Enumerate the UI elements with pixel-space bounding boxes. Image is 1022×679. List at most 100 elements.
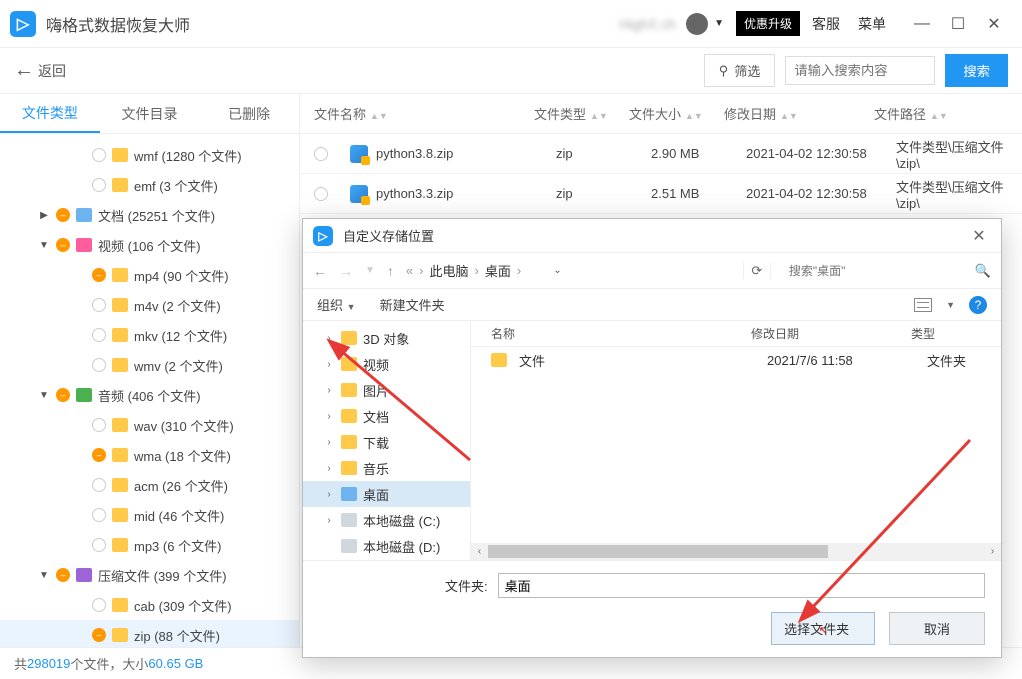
scroll-left-icon[interactable]: ‹ xyxy=(471,546,488,557)
help-icon[interactable]: ? xyxy=(969,296,987,314)
sidebar-tabs: 文件类型 文件目录 已删除 xyxy=(0,94,299,134)
crumb-pc[interactable]: 此电脑 xyxy=(429,261,468,280)
tree-item-docs[interactable]: ›文档 xyxy=(303,403,470,429)
tree-node-audio[interactable]: ▼–音频 (406 个文件) xyxy=(0,380,299,410)
tree-item-video[interactable]: ›视频 xyxy=(303,351,470,377)
horizontal-scrollbar[interactable]: ‹ › xyxy=(471,543,1001,560)
tree-node-mid[interactable]: mid (46 个文件) xyxy=(0,500,299,530)
tree-item-drive-c[interactable]: ›本地磁盘 (C:) xyxy=(303,507,470,533)
cancel-button[interactable]: 取消 xyxy=(889,612,985,645)
item-name: 文件 xyxy=(513,351,767,370)
dcol-type[interactable]: 类型 xyxy=(911,325,1001,342)
col-size-header[interactable]: 文件大小 xyxy=(629,107,681,122)
table-row[interactable]: python3.3.zip zip 2.51 MB 2021-04-02 12:… xyxy=(300,174,1022,214)
sort-icon[interactable]: ▲▼ xyxy=(685,111,703,121)
nav-forward-button[interactable]: → xyxy=(339,263,353,279)
upgrade-button[interactable]: 优惠升级 xyxy=(736,11,800,36)
dcol-date[interactable]: 修改日期 xyxy=(751,325,911,342)
tree-node-wmf[interactable]: wmf (1280 个文件) xyxy=(0,140,299,170)
nav-back-button[interactable]: ← xyxy=(313,263,327,279)
col-name-header[interactable]: 文件名称 xyxy=(314,107,366,122)
view-mode-drop-icon[interactable]: ▼ xyxy=(946,300,955,310)
collapse-icon[interactable]: ▼ xyxy=(38,570,50,581)
maximize-button[interactable]: ☐ xyxy=(940,14,976,34)
sort-icon[interactable]: ▲▼ xyxy=(930,111,948,121)
tree-item-downloads[interactable]: ›下载 xyxy=(303,429,470,455)
tree-item-desktop[interactable]: ›桌面 xyxy=(303,481,470,507)
status-count: 298019 xyxy=(27,656,70,671)
table-header: 文件名称 ▲▼ 文件类型 ▲▼ 文件大小 ▲▼ 修改日期 ▲▼ 文件路径 ▲▼ xyxy=(300,94,1022,134)
organize-button[interactable]: 组织 ▼ xyxy=(317,295,356,314)
account-dropdown-icon[interactable]: ▼ xyxy=(714,18,724,29)
tree-node-video[interactable]: ▼–视频 (106 个文件) xyxy=(0,230,299,260)
tree-node-wmv[interactable]: wmv (2 个文件) xyxy=(0,350,299,380)
refresh-button[interactable]: ⟳ xyxy=(743,263,771,279)
sort-icon[interactable]: ▲▼ xyxy=(780,111,798,121)
nav-recent-button[interactable]: ▼ xyxy=(365,265,375,276)
sidebar: 文件类型 文件目录 已删除 wmf (1280 个文件) emf (3 个文件)… xyxy=(0,94,300,647)
tree-node-docs[interactable]: ▶–文档 (25251 个文件) xyxy=(0,200,299,230)
tree-node-mp4[interactable]: –mp4 (90 个文件) xyxy=(0,260,299,290)
support-link[interactable]: 客服 xyxy=(812,14,840,34)
tree-node-mp3[interactable]: mp3 (6 个文件) xyxy=(0,530,299,560)
folder-icon xyxy=(112,418,128,432)
col-date-header[interactable]: 修改日期 xyxy=(724,107,776,122)
back-button[interactable]: ← 返回 xyxy=(14,59,66,82)
tree-node-wav[interactable]: wav (310 个文件) xyxy=(0,410,299,440)
nav-up-button[interactable]: ↑ xyxy=(387,263,394,279)
folder-icon xyxy=(341,383,357,397)
save-location-dialog: ▷ 自定义存储位置 ✕ ← → ▼ ↑ « › 此电脑 › 桌面 › ⌄ ⟳ 🔍… xyxy=(302,218,1002,658)
dcol-name[interactable]: 名称 xyxy=(471,325,751,342)
tree-item-pictures[interactable]: ›图片 xyxy=(303,377,470,403)
dialog-titlebar: ▷ 自定义存储位置 ✕ xyxy=(303,219,1001,253)
folder-icon xyxy=(112,148,128,162)
menu-link[interactable]: 菜单 xyxy=(858,14,886,34)
tab-file-type[interactable]: 文件类型 xyxy=(0,94,100,133)
tab-file-dir[interactable]: 文件目录 xyxy=(100,94,200,133)
search-input[interactable] xyxy=(785,56,935,85)
tree-node-m4v[interactable]: m4v (2 个文件) xyxy=(0,290,299,320)
dialog-list-row[interactable]: 文件 2021/7/6 11:58 文件夹 xyxy=(471,347,1001,373)
view-mode-button[interactable] xyxy=(914,298,932,312)
scroll-thumb[interactable] xyxy=(488,545,828,558)
scroll-right-icon[interactable]: › xyxy=(984,546,1001,557)
tree-node-acm[interactable]: acm (26 个文件) xyxy=(0,470,299,500)
tree-node-cab[interactable]: cab (309 个文件) xyxy=(0,590,299,620)
collapse-icon[interactable]: ▼ xyxy=(38,240,50,251)
tree-node-emf[interactable]: emf (3 个文件) xyxy=(0,170,299,200)
sort-icon[interactable]: ▲▼ xyxy=(590,111,608,121)
tree-item-3d[interactable]: ›3D 对象 xyxy=(303,325,470,351)
tab-deleted[interactable]: 已删除 xyxy=(199,94,299,133)
col-path-header[interactable]: 文件路径 xyxy=(874,107,926,122)
sort-icon[interactable]: ▲▼ xyxy=(370,111,388,121)
close-button[interactable]: ✕ xyxy=(976,14,1012,34)
search-icon[interactable]: 🔍 xyxy=(975,263,991,279)
file-path: 文件类型\压缩文件\zip\ xyxy=(882,137,1022,171)
expand-icon[interactable]: ▶ xyxy=(38,210,50,221)
row-checkbox[interactable] xyxy=(314,147,328,161)
select-folder-button[interactable]: 选择文件夹 ↖ xyxy=(771,612,875,645)
tree-item-music[interactable]: ›音乐 xyxy=(303,455,470,481)
filter-button[interactable]: ⚲ 筛选 xyxy=(704,54,776,87)
col-type-header[interactable]: 文件类型 xyxy=(534,107,586,122)
tree-node-compressed[interactable]: ▼–压缩文件 (399 个文件) xyxy=(0,560,299,590)
search-button[interactable]: 搜索 xyxy=(945,54,1008,87)
folder-icon xyxy=(341,409,357,423)
dialog-close-button[interactable]: ✕ xyxy=(967,226,991,246)
table-row[interactable]: python3.8.zip zip 2.90 MB 2021-04-02 12:… xyxy=(300,134,1022,174)
tree-item-drive-d[interactable]: 本地磁盘 (D:) xyxy=(303,533,470,559)
tree-node-mkv[interactable]: mkv (12 个文件) xyxy=(0,320,299,350)
folder-name-input[interactable] xyxy=(498,573,985,598)
breadcrumb-dropdown-icon[interactable]: ⌄ xyxy=(553,265,561,276)
breadcrumb[interactable]: « › 此电脑 › 桌面 › xyxy=(406,261,521,280)
dialog-toolbar: 组织 ▼ 新建文件夹 ▼ ? xyxy=(303,289,1001,321)
dialog-search-input[interactable] xyxy=(783,260,963,282)
tree-node-wma[interactable]: –wma (18 个文件) xyxy=(0,440,299,470)
crumb-desktop[interactable]: 桌面 xyxy=(485,261,511,280)
collapse-icon[interactable]: ▼ xyxy=(38,390,50,401)
row-checkbox[interactable] xyxy=(314,187,328,201)
minimize-button[interactable]: — xyxy=(904,15,940,33)
new-folder-button[interactable]: 新建文件夹 xyxy=(380,295,445,314)
avatar-icon[interactable] xyxy=(686,13,708,35)
tree-node-zip[interactable]: –zip (88 个文件) xyxy=(0,620,299,647)
